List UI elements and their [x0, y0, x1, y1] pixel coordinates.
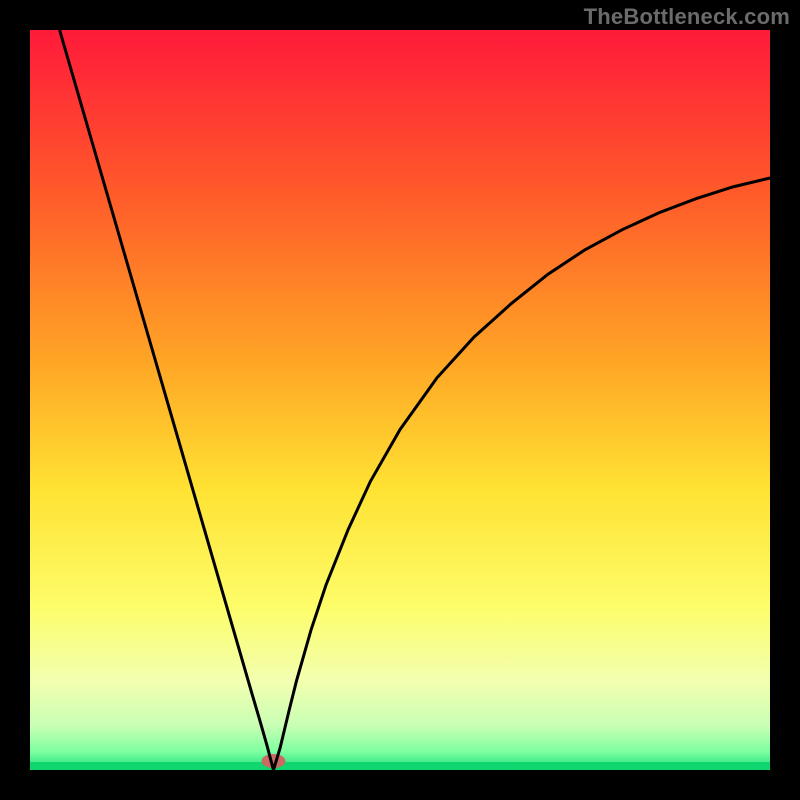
- bottleneck-chart: [0, 0, 800, 800]
- gradient-background: [30, 30, 770, 770]
- chart-frame: TheBottleneck.com: [0, 0, 800, 800]
- green-band: [30, 762, 770, 770]
